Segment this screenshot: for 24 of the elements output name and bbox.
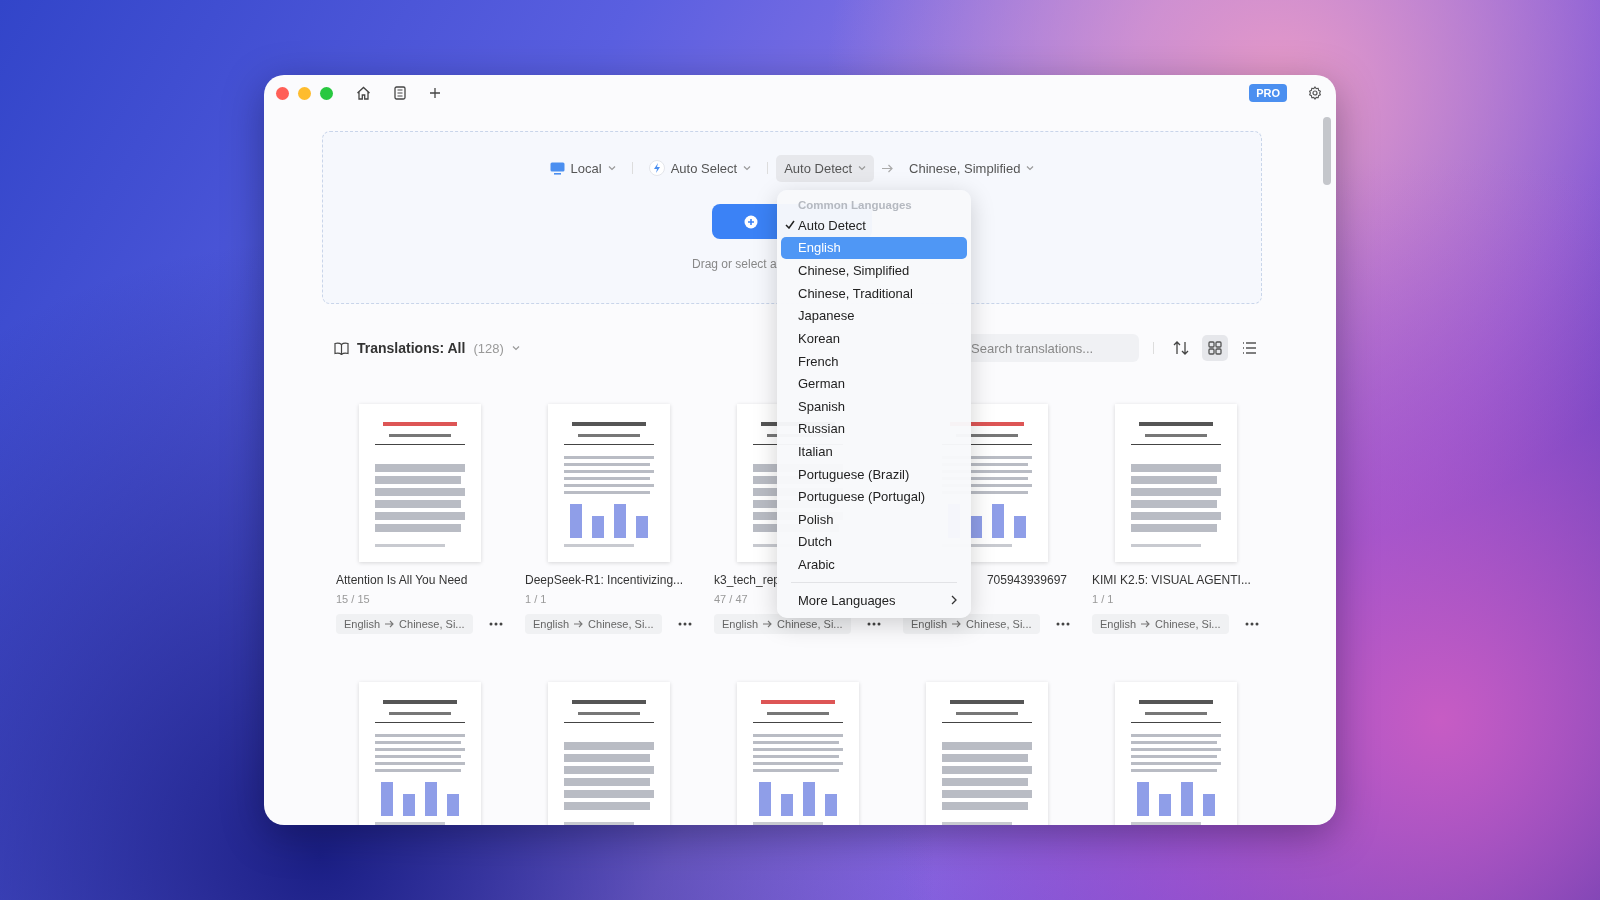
section-title: Translations: All bbox=[357, 340, 466, 356]
pro-badge: PRO bbox=[1249, 84, 1287, 102]
target-language: Chinese, Si... bbox=[588, 618, 654, 630]
document-title: 705943939697 bbox=[986, 573, 1067, 587]
source-language: English bbox=[911, 618, 948, 630]
page-count: 15 / 15 bbox=[336, 593, 370, 606]
source-language: English bbox=[722, 618, 759, 630]
source-language: English bbox=[1100, 618, 1137, 630]
page-count: 47 / 47 bbox=[714, 593, 748, 606]
item-count: (128) bbox=[473, 340, 504, 356]
target-language: Chinese, Si... bbox=[1155, 618, 1221, 630]
document-title: Attention Is All You Need bbox=[336, 573, 468, 587]
source-language: English bbox=[533, 618, 570, 630]
document-title: KIMI K2.5: VISUAL AGENTI... bbox=[1092, 573, 1251, 587]
target-language: Chinese, Si... bbox=[399, 618, 465, 630]
document-title: k3_tech_rep bbox=[714, 573, 781, 587]
page-count: 1 / 1 bbox=[525, 593, 547, 606]
drop-hint: Drag or select a bbox=[692, 257, 777, 271]
page-count: 1 / 1 bbox=[1092, 593, 1114, 606]
document-title: DeepSeek-R1: Incentivizing... bbox=[525, 573, 684, 587]
menu-section-header: Common Languages bbox=[797, 198, 913, 213]
source-language: English bbox=[344, 618, 381, 630]
target-language: Chinese, Si... bbox=[777, 618, 843, 630]
target-language: Chinese, Si... bbox=[966, 618, 1032, 630]
